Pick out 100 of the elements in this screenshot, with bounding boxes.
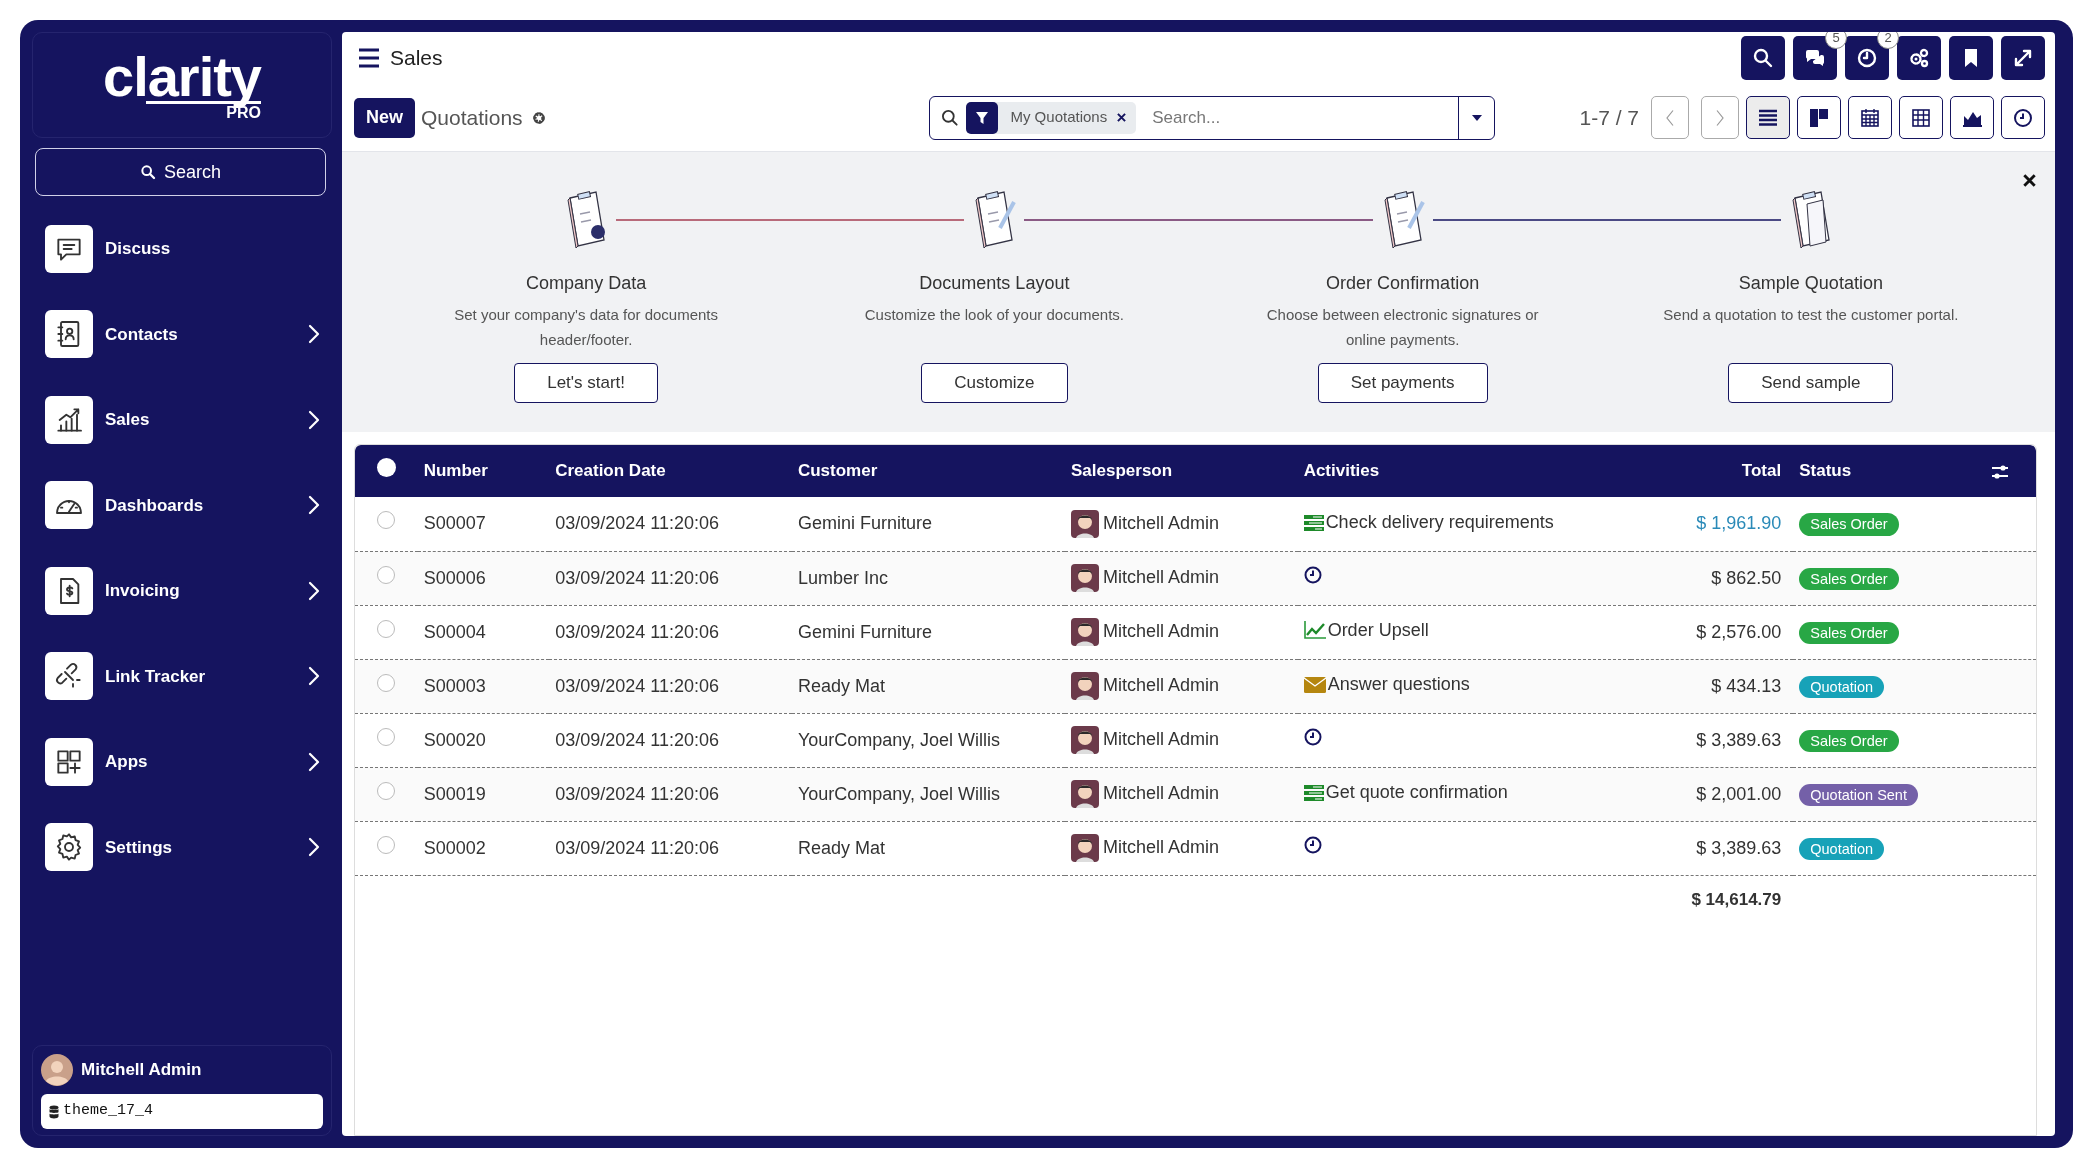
customer-name: YourCompany, Joel Willis [791,767,1065,821]
envelope-icon[interactable] [1303,676,1326,693]
total-amount: $ 3,389.63 [1696,729,1782,750]
sidebar-item[interactable]: Discuss [32,206,332,292]
activity-summary[interactable]: Order Upsell [1327,616,1429,644]
line-chart-icon[interactable] [1303,621,1326,640]
menu-icon[interactable] [358,48,380,68]
step-description: Send a quotation to test the customer portal. [1662,305,1960,325]
step-button[interactable]: Send sample [1728,363,1894,403]
column-header[interactable]: Creation Date [549,445,792,497]
sidebar-item-label: Contacts [105,323,179,346]
total-amount: $ 2,001.00 [1696,783,1782,804]
close-icon[interactable] [1117,113,1127,122]
view-switch-button[interactable] [1746,96,1790,139]
sliders-icon[interactable] [1991,463,2010,480]
step-description: Set your company's data for documents header/footer. [453,305,720,350]
sidebar-item-label: Settings [105,836,174,859]
search-icon [139,164,156,180]
column-header[interactable]: Customer [791,445,1065,497]
user-name: Mitchell Admin [81,1059,202,1082]
search-button[interactable]: Search [35,148,326,196]
clock-icon[interactable] [1303,565,1322,584]
total-amount: $ 862.50 [1711,567,1782,588]
view-switch-button[interactable] [1848,96,1892,139]
sidebar-item-label: Link Tracker [105,665,207,688]
step-title: Documents Layout [919,272,1070,295]
view-switch-button[interactable] [2001,96,2045,139]
view-switch-button[interactable] [1950,96,1994,139]
avatar-icon [41,1054,73,1086]
sidebar-item-label: Invoicing [105,580,181,602]
sidebar-item[interactable]: Settings [32,804,332,890]
column-header[interactable]: Number [417,445,550,497]
step-description: Choose between electronic signatures or online payments. [1265,305,1540,350]
gears-button[interactable] [1897,36,1941,80]
status-badge: Sales Order [1799,621,1899,645]
total-amount: $ 3,389.63 [1696,837,1782,858]
new-button[interactable]: New [354,97,415,138]
column-header[interactable]: Status [1793,445,1986,497]
step-button[interactable]: Customize [921,363,1068,403]
column-header[interactable]: Activities [1297,445,1632,497]
page-title: Sales [390,45,443,72]
row-checkbox[interactable] [377,673,396,692]
row-checkbox[interactable] [377,727,396,746]
order-number: S00006 [417,551,550,605]
step-button[interactable]: Let's start! [514,363,659,403]
sidebar-item[interactable]: Contacts [32,291,332,377]
salesperson-name: Mitchell Admin [1103,728,1220,749]
step-title: Company Data [526,272,647,295]
sidebar-item[interactable]: Sales [32,377,332,463]
status-badge: Quotation [1799,675,1885,699]
status-badge: Quotation Sent [1799,783,1918,807]
salesperson-name: Mitchell Admin [1103,836,1220,857]
select-all-checkbox[interactable] [376,457,396,477]
row-checkbox[interactable] [377,511,396,530]
sidebar-item[interactable]: Dashboards [32,462,332,548]
order-number: S00003 [417,659,550,713]
activity-summary[interactable]: Check delivery requirements [1325,509,1554,536]
bookmark-button[interactable] [1949,36,1993,80]
expand-button[interactable] [2001,36,2045,80]
gears-icon [1907,46,1931,70]
customer-name: Lumber Inc [791,551,1065,605]
search-button[interactable] [1741,36,1785,80]
creation-date: 03/09/2024 11:20:06 [549,551,792,605]
row-checkbox[interactable] [377,781,396,800]
search-field[interactable]: My Quotations Search... [929,95,1496,140]
filter-facet[interactable]: My Quotations [966,101,1137,134]
sidebar-item[interactable]: Invoicing [32,548,332,634]
avatar-icon [1071,672,1099,701]
column-header[interactable]: Total [1631,445,1794,497]
clock-icon[interactable] [1303,835,1322,854]
step-description: Customize the look of your documents. [863,305,1125,325]
view-switch-button[interactable] [1797,96,1841,139]
sidebar-item-label: Sales [105,409,151,431]
task-list-icon[interactable] [1303,514,1324,531]
salesperson-name: Mitchell Admin [1103,674,1220,695]
order-number: S00019 [417,767,550,821]
close-button[interactable] [2023,174,2037,188]
row-checkbox[interactable] [377,835,396,854]
task-list-icon[interactable] [1303,784,1324,801]
search-icon [940,107,961,128]
row-checkbox[interactable] [377,565,396,584]
row-checkbox[interactable] [377,619,396,638]
sidebar-item[interactable]: Apps [32,719,332,805]
close-icon [2023,174,2036,187]
step-button[interactable]: Set payments [1317,363,1488,403]
gear-icon[interactable] [530,109,547,126]
caret-down-icon[interactable] [1470,113,1483,122]
creation-date: 03/09/2024 11:20:06 [549,821,792,875]
order-number: S00002 [417,821,550,875]
avatar-icon [1071,834,1099,863]
status-badge: Sales Order [1799,729,1899,753]
clock-icon[interactable] [1303,727,1322,746]
view-switch-button[interactable] [1899,96,1943,139]
sidebar-item[interactable]: Link Tracker [32,633,332,719]
database-field[interactable]: theme_17_4 [41,1094,323,1129]
salesperson-name: Mitchell Admin [1103,620,1220,641]
salesperson-name: Mitchell Admin [1103,782,1220,803]
salesperson-name: Mitchell Admin [1103,512,1220,533]
avatar-icon [1071,509,1099,538]
column-header[interactable]: Salesperson [1065,445,1298,497]
